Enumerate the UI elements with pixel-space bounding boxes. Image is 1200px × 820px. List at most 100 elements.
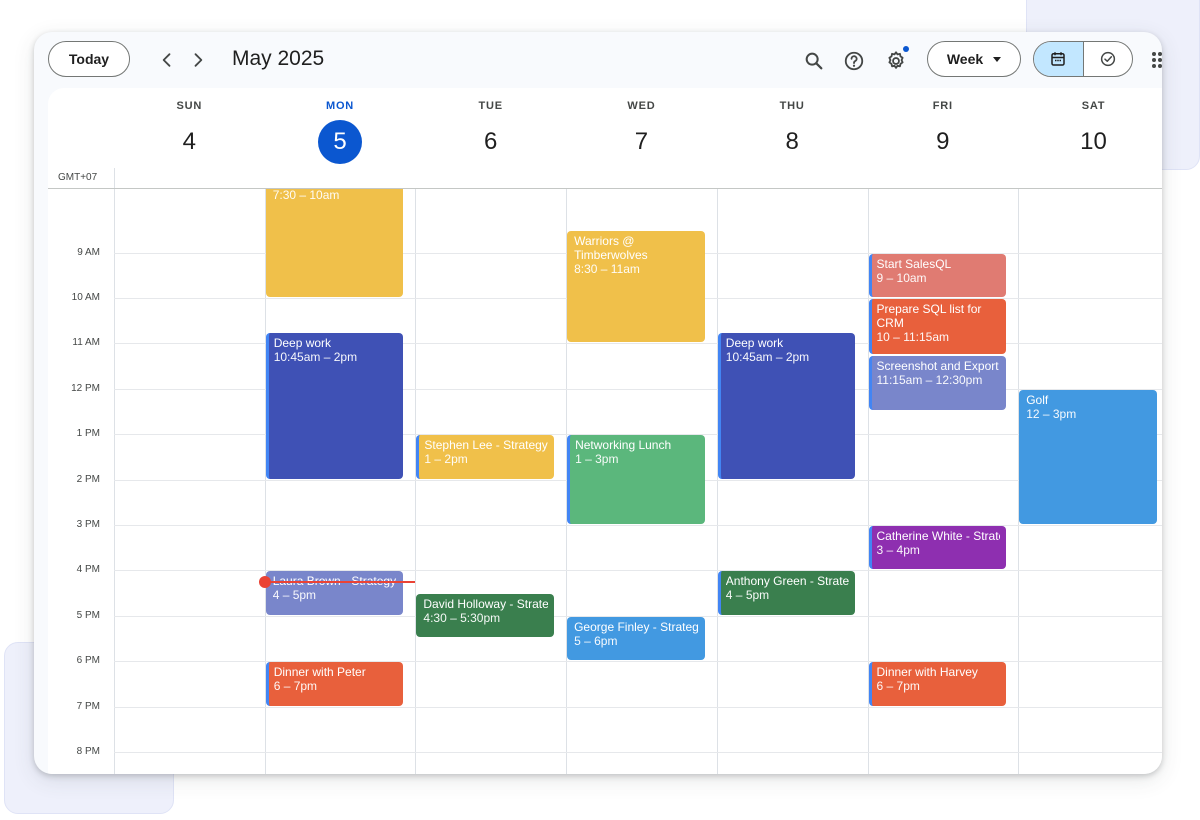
calendar-event[interactable]: Prepare SQL list for CRM 10 – 11:15am: [868, 298, 1007, 354]
event-title: Warriors @ Timberwolves: [574, 233, 648, 262]
day-of-week-label: THU: [779, 100, 805, 112]
event-title: Start SalesQL: [876, 256, 952, 271]
next-week-button[interactable]: [184, 46, 212, 74]
day-column-divider: [716, 189, 718, 774]
hour-label: 1 PM: [76, 428, 100, 440]
event-title: George Finley - Strategy: [574, 619, 699, 634]
event-time: 10:45am – 2pm: [273, 350, 358, 364]
today-button[interactable]: Today: [48, 41, 130, 77]
event-time: 9 – 10am: [876, 270, 927, 285]
calendar-view-toggle[interactable]: [1034, 42, 1084, 76]
event-title: Anthony Green - Strategy: [725, 574, 850, 589]
calendar-event[interactable]: 7:30 – 10am: [265, 188, 404, 297]
hour-label: 10 AM: [71, 291, 100, 303]
calendar-event[interactable]: Start SalesQL 9 – 10am: [868, 253, 1007, 297]
day-number[interactable]: 9: [921, 120, 965, 164]
event-time: 6 – 7pm: [876, 679, 920, 694]
event-time: 11:15am – 12:30pm: [876, 372, 983, 387]
calendar-tasks-toggle: [1033, 41, 1133, 77]
event-time: 3 – 4pm: [876, 542, 920, 557]
search-icon: [805, 52, 823, 70]
day-number[interactable]: 4: [167, 120, 211, 164]
task-check-icon: [1100, 51, 1115, 67]
chevron-left-icon: [162, 53, 171, 67]
time-grid[interactable]: 9 AM 10 AM 11 AM 12 PM 1 PM 2 PM 3 PM 4 PM 5 PM 6…: [48, 188, 1162, 774]
day-of-week-label: MON: [325, 100, 355, 112]
hour-label: 2 PM: [76, 473, 100, 485]
calendar-event[interactable]: Golf 12 – 3pm: [1019, 389, 1157, 524]
event-title: Dinner with Harvey: [876, 665, 978, 680]
event-time: 10 – 11:15am: [876, 329, 950, 344]
search-button[interactable]: [799, 46, 829, 76]
day-of-week-label: WED: [627, 100, 656, 112]
hour-gridline: [114, 751, 1162, 753]
day-header-sat[interactable]: SAT 10: [1018, 88, 1162, 198]
calendar-event[interactable]: Networking Lunch 1 – 3pm: [567, 435, 705, 524]
calendar-window: Today May 2025 Week SUN 4 MON 5 TUE 6 WE…: [34, 32, 1162, 774]
help-button[interactable]: [839, 46, 869, 76]
day-number[interactable]: 8: [770, 120, 814, 164]
hour-label: 3 PM: [76, 518, 100, 530]
day-of-week-label: SUN: [176, 100, 203, 112]
day-header-wed[interactable]: WED 7: [566, 88, 717, 198]
event-time: 4 – 5pm: [725, 588, 770, 603]
event-title: Catherine White - Strategy: [876, 528, 1001, 543]
hour-label: 11 AM: [72, 337, 100, 349]
calendar-event[interactable]: Dinner with Harvey 6 – 7pm: [868, 662, 1007, 706]
day-header-mon[interactable]: MON 5: [265, 88, 416, 198]
current-time-dot: [259, 575, 271, 588]
day-number[interactable]: 5: [318, 120, 363, 164]
settings-button[interactable]: [881, 46, 911, 76]
calendar-event[interactable]: Laura Brown - Strategy 4 – 5pm: [265, 571, 404, 615]
day-number[interactable]: 10: [1072, 120, 1116, 164]
calendar-event[interactable]: Catherine White - Strategy3 – 4pm: [868, 525, 1007, 570]
event-title: Networking Lunch: [575, 438, 672, 453]
calendar-event[interactable]: Deep work 10:45am – 2pm: [265, 333, 404, 479]
view-selector[interactable]: Week: [927, 41, 1021, 77]
calendar-event[interactable]: Warriors @ Timberwolves 8:30 – 11am: [567, 230, 705, 343]
event-title: Deep work: [273, 336, 332, 350]
day-of-week-label: TUE: [478, 100, 503, 112]
hour-label: 9 AM: [77, 246, 100, 258]
event-title: Golf: [1026, 392, 1049, 407]
day-of-week-label: FRI: [932, 100, 953, 112]
event-time: 4:30 – 5:30pm: [423, 611, 501, 626]
day-number[interactable]: 6: [469, 120, 513, 164]
calendar-event[interactable]: George Finley - Strategy 5 – 6pm: [567, 616, 705, 661]
day-header-sun[interactable]: SUN 4: [114, 88, 265, 198]
tasks-view-toggle[interactable]: [1084, 42, 1133, 76]
day-column-divider: [114, 189, 115, 774]
previous-week-button[interactable]: [153, 46, 181, 74]
calendar-event[interactable]: Deep work 10:45am – 2pm: [717, 333, 856, 479]
event-title: Stephen Lee - Strategy call: [424, 438, 548, 453]
calendar-icon: [1051, 52, 1065, 66]
event-time: 1 – 3pm: [575, 452, 619, 467]
hour-label: 5 PM: [76, 609, 100, 621]
event-title: Deep work: [725, 336, 784, 350]
day-of-week-label: SAT: [1081, 100, 1106, 112]
day-header-fri[interactable]: FRI 9: [868, 88, 1019, 198]
chevron-right-icon: [194, 53, 203, 67]
calendar-event[interactable]: Screenshot and Export 11:15am – 12:30pm: [868, 355, 1007, 411]
help-icon: [844, 51, 864, 71]
gear-icon: [888, 51, 904, 69]
timezone-label: GMT+07: [58, 172, 98, 183]
day-number[interactable]: 7: [619, 120, 663, 164]
calendar-event[interactable]: David Holloway - Strategy 4:30 – 5:30pm: [416, 594, 555, 638]
day-column-divider: [415, 189, 417, 774]
current-time-line: [264, 580, 415, 583]
event-title: David Holloway - Strategy: [423, 597, 549, 612]
event-title: Prepare SQL list for CRM: [876, 301, 982, 330]
day-header-thu[interactable]: THU 8: [717, 88, 868, 198]
event-time: 7:30 – 10am: [272, 188, 340, 203]
calendar-event[interactable]: Anthony Green - Strategy 4 – 5pm: [717, 571, 856, 615]
event-time: 6 – 7pm: [273, 679, 318, 694]
hour-label: 6 PM: [76, 655, 100, 667]
notification-dot: [903, 46, 909, 52]
apps-grid-icon[interactable]: [1150, 50, 1162, 70]
calendar-event[interactable]: Dinner with Peter 6 – 7pm: [265, 662, 404, 706]
caret-down-icon: [993, 56, 1002, 62]
calendar-event[interactable]: Stephen Lee - Strategy call1 – 2pm: [416, 435, 555, 479]
event-time: 1 – 2pm: [424, 452, 468, 467]
day-header-tue[interactable]: TUE 6: [415, 88, 566, 198]
